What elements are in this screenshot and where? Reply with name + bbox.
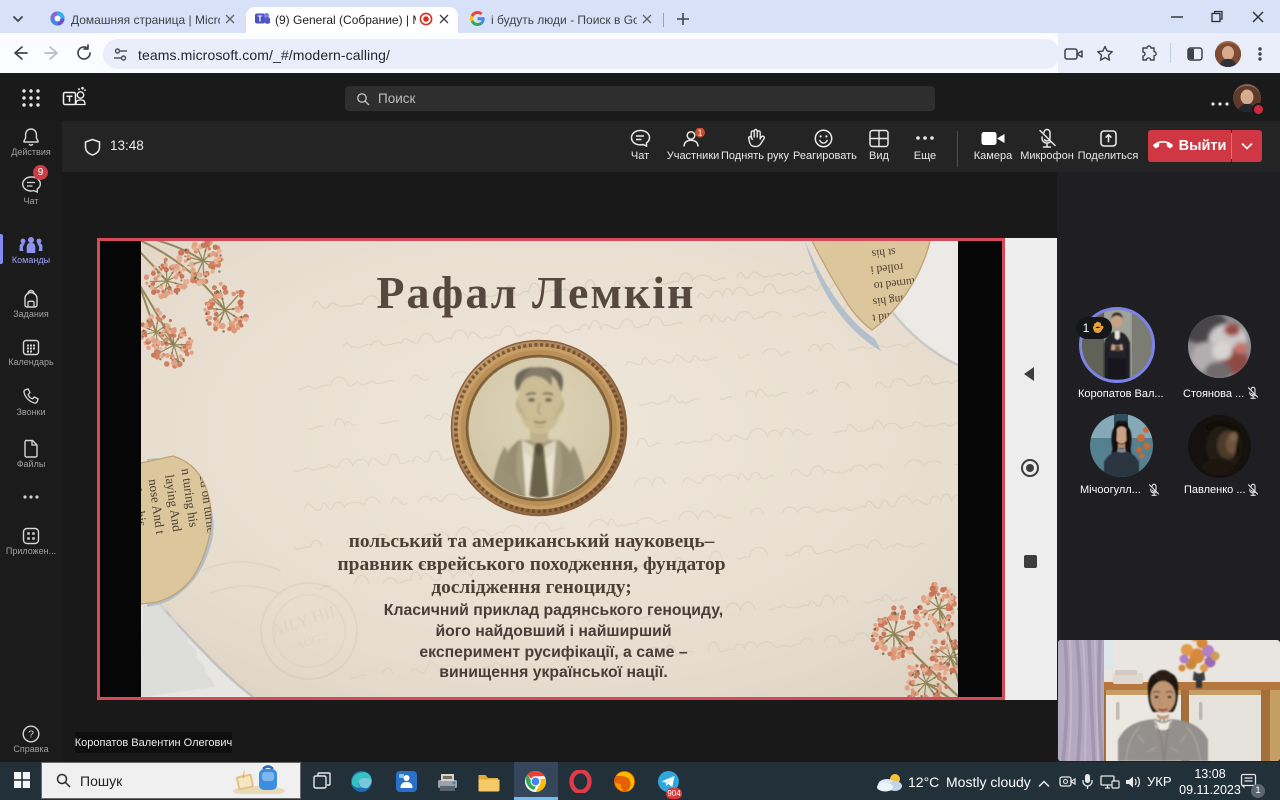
svg-text:?: ? — [28, 729, 34, 741]
svg-text:st his: st his — [871, 245, 897, 259]
svg-text:1: 1 — [698, 128, 703, 138]
svg-text:T: T — [258, 15, 263, 24]
